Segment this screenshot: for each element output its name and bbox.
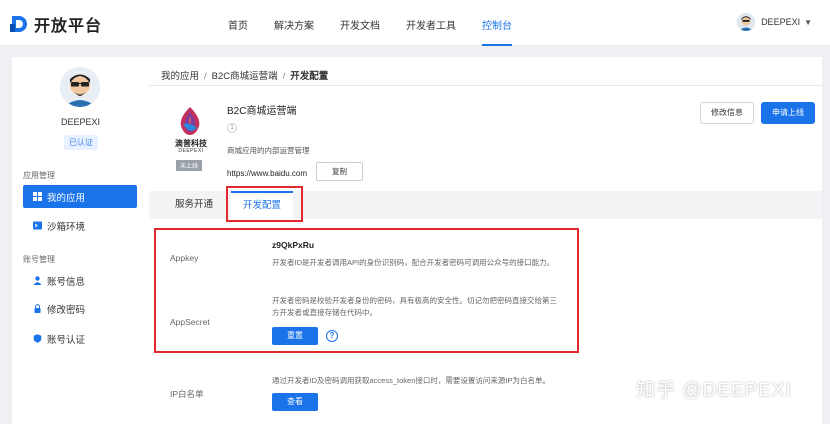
breadcrumb-current: 开发配置 [290,71,329,82]
profile-name: DEEPEXI [60,117,100,127]
avatar [737,13,756,31]
sidebar-item-change-password[interactable]: 修改密码 [23,297,137,320]
highlight-box-credentials [154,228,579,353]
brand-logo[interactable]: 开放平台 [10,12,102,36]
nav-home[interactable]: 首页 [228,17,248,32]
status-badge: 已认证 [64,135,98,150]
ip-whitelist-label: IP白名单 [170,389,204,399]
app-logo-name-en: DEEPEXI [178,148,204,154]
breadcrumb: 我的应用 / B2C商城运营端 / 开发配置 [161,71,329,82]
highlight-box-tab [226,186,303,222]
brand-name: 开放平台 [34,18,103,35]
sidebar-item-label: 修改密码 [47,304,86,316]
divider [149,85,822,86]
edit-info-button[interactable]: 修改信息 [700,102,754,124]
shield-icon [32,334,42,344]
watermark: 知乎 @DEEPEXI [636,380,792,401]
top-navbar: 开放平台 首页 解决方案 开发文档 开发者工具 控制台 DEEPEXI ▼ [0,0,830,46]
sidebar: DEEPEXI 已认证 应用管理 我的应用 沙箱环境 账号管理 账号信息 修改密… [12,57,149,424]
chevron-down-icon: ▼ [804,17,812,27]
sidebar-item-account-info[interactable]: 账号信息 [23,269,137,292]
sidebar-item-sandbox[interactable]: 沙箱环境 [23,214,137,237]
apply-publish-button[interactable]: 申请上线 [761,102,815,124]
sidebar-item-account-verify[interactable]: 账号认证 [23,327,137,350]
brand-logo-icon [10,14,28,34]
reset-button[interactable]: 重置 [272,327,318,345]
copy-button[interactable]: 复制 [316,162,363,181]
app-description: 商城应用的内部运营管理 [227,146,310,155]
breadcrumb-app[interactable]: B2C商城运营端 [212,71,278,82]
group-title-account: 账号管理 [23,255,55,264]
grid-icon [32,192,42,202]
appkey-label: Appkey [170,253,199,263]
main-nav: 首页 解决方案 开发文档 开发者工具 控制台 [228,17,538,46]
view-button[interactable]: 查看 [272,393,318,411]
appsecret-label: AppSecret [170,317,210,327]
profile-avatar [60,67,100,107]
app-url: https://www.baidu.com [227,169,308,178]
lock-icon [32,304,42,314]
sidebar-item-label: 沙箱环境 [47,221,86,233]
nav-dev-tools[interactable]: 开发者工具 [406,17,456,32]
tab-service[interactable]: 服务开通 [161,191,227,219]
sidebar-item-label: 我的应用 [47,192,86,204]
sidebar-item-label: 账号信息 [47,276,86,288]
appsecret-description: 开发者密码是校验开发者身份的密码，具有极高的安全性。切记勿把密码直接交给第三方开… [272,296,557,317]
breadcrumb-my-apps[interactable]: 我的应用 [161,71,199,82]
count-badge: 1 [227,123,237,133]
main-content: 我的应用 / B2C商城运营端 / 开发配置 滴普科技 DEEPEXI 未上线 B2C商… [149,57,822,424]
nav-console[interactable]: 控制台 [482,17,512,46]
status-badge: 未上线 [176,160,203,171]
app-title: B2C商城运营端 [227,106,297,117]
appkey-description: 开发者ID是开发者调用API的身份识别码，配合开发者密码可调用公众号的接口能力。 [272,258,555,267]
appkey-value: z9QkPxRu [272,240,315,250]
sidebar-item-my-apps[interactable]: 我的应用 [23,185,137,208]
user-name: DEEPEXI [761,17,801,27]
user-menu[interactable]: DEEPEXI ▼ [737,13,812,31]
terminal-icon [32,221,42,231]
sidebar-item-label: 账号认证 [47,334,86,346]
group-title-app: 应用管理 [23,171,55,180]
nav-docs[interactable]: 开发文档 [340,17,380,32]
person-icon [32,276,42,286]
nav-solutions[interactable]: 解决方案 [274,17,314,32]
help-icon[interactable]: ? [326,330,338,342]
ip-whitelist-description: 通过开发者ID及密码调用获取access_token接口时，需要设置访问来源IP… [272,376,550,385]
